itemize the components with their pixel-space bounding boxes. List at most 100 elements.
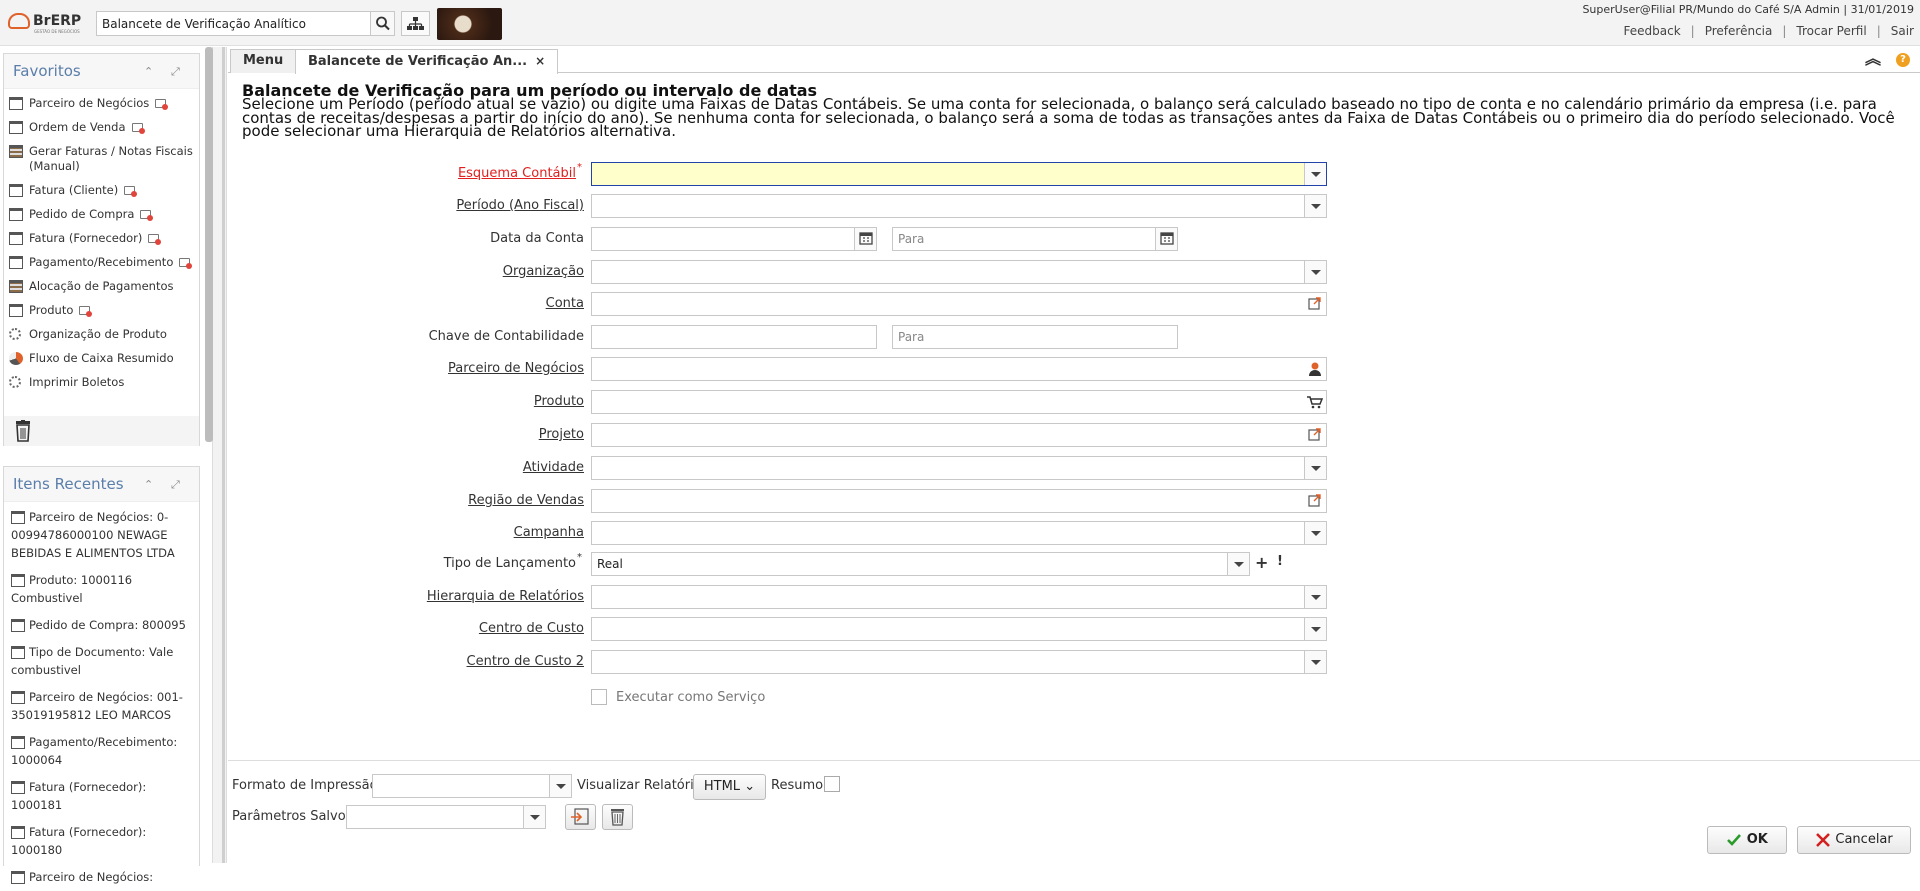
periodo-field[interactable] [591,194,1327,218]
centro-custo-input[interactable] [592,618,1326,640]
bpartner-search-button[interactable] [1304,358,1326,380]
campanha-field[interactable] [591,521,1327,545]
collapse-panel-icon[interactable]: ⌃ [144,467,153,502]
help-icon[interactable]: ? [1896,53,1910,67]
chave-to-field[interactable] [892,325,1178,349]
produto-input[interactable] [592,391,1326,413]
recent-item[interactable]: Parceiro de Negócios: 001-35019195812 LE… [4,684,199,729]
dropdown-arrow-icon[interactable] [1227,553,1249,575]
label-regiao-vendas[interactable]: Região de Vendas [228,493,584,508]
label-campanha[interactable]: Campanha [228,525,584,540]
collapse-panel-icon[interactable]: ⌃ [144,54,153,89]
favorite-item[interactable]: Produto [4,299,199,323]
favorite-item[interactable]: Fatura (Cliente) [4,179,199,203]
brerp-logo[interactable]: BrERP GESTÃO DE NEGÓCIOS [8,10,92,36]
search-popup-button[interactable] [1304,424,1326,446]
label-periodo[interactable]: Período (Ano Fiscal) [228,198,584,213]
dropdown-arrow-icon[interactable] [1304,618,1326,640]
new-record-icon[interactable] [179,258,193,269]
collapse-header-icon[interactable]: ︽ [1864,50,1882,68]
chave-from-input[interactable] [592,326,876,348]
favorite-item[interactable]: Pedido de Compra [4,203,199,227]
tab-menu[interactable]: Menu [230,49,297,73]
new-record-icon[interactable] [124,186,138,197]
sair-link[interactable]: Sair [1891,24,1914,38]
preferencia-link[interactable]: Preferência [1705,24,1773,38]
recent-item[interactable]: Pagamento/Recebimento: 1000064 [4,729,199,774]
recent-item[interactable]: Parceiro de Negócios: [4,864,199,891]
exclamation-icon[interactable]: ! [1277,554,1283,569]
trocar-perfil-link[interactable]: Trocar Perfil [1796,24,1866,38]
sidebar-splitter[interactable] [213,47,227,863]
delete-params-button[interactable] [602,804,633,830]
dropdown-arrow-icon[interactable] [523,806,545,828]
dropdown-arrow-icon[interactable] [1304,457,1326,479]
trash-icon[interactable] [14,420,32,442]
recent-item[interactable]: Parceiro de Negócios: 0-00994786000100 N… [4,504,199,567]
favorite-item[interactable]: Parceiro de Negócios [4,92,199,116]
favorite-item[interactable]: Fatura (Fornecedor) [4,227,199,251]
projeto-input[interactable] [592,424,1326,446]
label-produto[interactable]: Produto [228,394,584,409]
parceiro-input[interactable] [592,358,1326,380]
hierarquia-input[interactable] [592,586,1326,608]
data-conta-to-input[interactable] [893,228,1177,250]
centro-custo-2-input[interactable] [592,651,1326,673]
regiao-input[interactable] [592,490,1326,512]
parceiro-field[interactable] [591,357,1327,381]
chave-from-field[interactable] [591,325,877,349]
atividade-field[interactable] [591,456,1327,480]
favorite-item[interactable]: Organização de Produto [4,323,199,347]
expand-panel-icon[interactable]: ⤢ [171,467,180,502]
dropdown-arrow-icon[interactable] [549,775,571,797]
data-conta-from-field[interactable] [591,227,877,251]
recent-item[interactable]: Tipo de Documento: Vale combustivel [4,639,199,684]
tab-balancete[interactable]: Balancete de Verificação An... × [295,49,559,74]
data-conta-from-input[interactable] [592,228,876,250]
dropdown-arrow-icon[interactable] [1304,586,1326,608]
calendar-button[interactable] [854,228,876,250]
close-tab-icon[interactable]: × [535,54,545,68]
tipo-lancamento-field[interactable] [591,552,1250,576]
label-organizacao[interactable]: Organização [228,264,584,279]
save-params-button[interactable] [565,804,596,830]
label-atividade[interactable]: Atividade [228,460,584,475]
add-icon[interactable]: + [1255,553,1268,572]
expand-panel-icon[interactable]: ⤢ [171,54,180,89]
produto-field[interactable] [591,390,1327,414]
esquema-contabil-input[interactable] [592,163,1326,185]
hierarquia-field[interactable] [591,585,1327,609]
ok-button[interactable]: OK [1707,826,1787,854]
product-search-button[interactable] [1304,391,1326,413]
recent-item[interactable]: Produto: 1000116 Combustivel [4,567,199,612]
campanha-input[interactable] [592,522,1326,544]
regiao-field[interactable] [591,489,1327,513]
chave-to-input[interactable] [893,326,1177,348]
label-esquema-contabil[interactable]: Esquema Contábil [228,166,576,181]
global-search-input[interactable] [97,12,371,35]
new-record-icon[interactable] [79,306,93,317]
menu-tree-button[interactable] [401,11,430,36]
resumo-checkbox[interactable] [824,776,840,792]
dropdown-arrow-icon[interactable] [1304,651,1326,673]
executar-servico-checkbox[interactable] [591,689,607,705]
new-record-icon[interactable] [140,210,154,221]
conta-input[interactable] [592,293,1326,315]
conta-field[interactable] [591,292,1327,316]
dropdown-arrow-icon[interactable] [1304,261,1326,283]
new-record-icon[interactable] [131,123,145,134]
centro-custo-2-field[interactable] [591,650,1327,674]
favorite-item[interactable]: Alocação de Pagamentos [4,275,199,299]
search-popup-button[interactable] [1304,293,1326,315]
report-format-select[interactable]: HTML ⌄ [693,774,766,800]
esquema-contabil-field[interactable] [591,162,1327,186]
new-record-icon[interactable] [155,99,169,110]
search-popup-button[interactable] [1304,490,1326,512]
dropdown-arrow-icon[interactable] [1304,522,1326,544]
projeto-field[interactable] [591,423,1327,447]
organizacao-input[interactable] [592,261,1326,283]
calendar-button[interactable] [1155,228,1177,250]
atividade-input[interactable] [592,457,1326,479]
favorite-item[interactable]: Gerar Faturas / Notas Fiscais (Manual) [4,140,199,179]
centro-custo-field[interactable] [591,617,1327,641]
